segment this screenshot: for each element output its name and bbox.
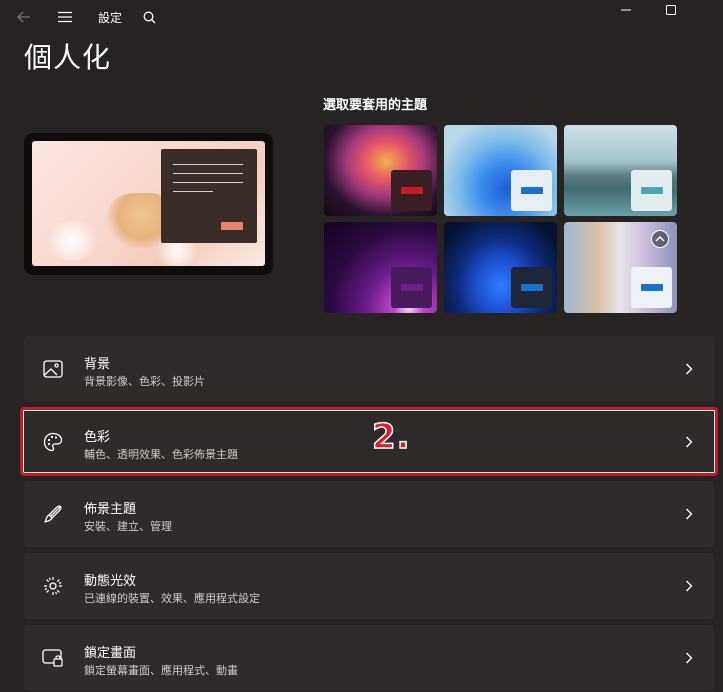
settings-card-dynamic-lighting[interactable]: 動態光效 已連線的裝置、效果、應用程式設定 [24, 553, 714, 619]
chevron-right-icon [682, 649, 696, 667]
theme-thumbnail-flow[interactable] [324, 222, 437, 313]
settings-card-colors[interactable]: 色彩 輔色、透明效果、色彩佈景主題 [24, 409, 714, 475]
title-bar: 設定 [0, 0, 723, 34]
preview-window [161, 149, 257, 243]
theme-accent-swatch [631, 267, 672, 308]
theme-accent-swatch [511, 267, 552, 308]
theme-accent-swatch [391, 170, 432, 211]
palette-icon [42, 431, 64, 453]
card-subtitle: 鎖定螢幕畫面、應用程式、動畫 [84, 664, 238, 677]
theme-thumbnail-contrast[interactable] [564, 222, 677, 313]
card-subtitle: 輔色、透明效果、色彩佈景主題 [84, 448, 238, 461]
preview-text-line [173, 191, 213, 192]
preview-accent-button [221, 222, 243, 230]
preview-wallpaper [32, 141, 265, 266]
search-icon[interactable] [139, 6, 159, 28]
preview-text-line [173, 164, 243, 165]
chevron-right-icon [682, 577, 696, 595]
lock-screen-icon [42, 647, 64, 669]
preview-flower-decoration [42, 221, 102, 261]
dynamic-lighting-icon [42, 575, 64, 597]
card-subtitle: 安裝、建立、管理 [84, 520, 172, 533]
accent-bar [520, 187, 543, 194]
card-title: 背景 [84, 357, 111, 372]
theme-accent-swatch [391, 267, 432, 308]
theme-preview [24, 133, 273, 275]
hamburger-menu-icon[interactable] [52, 6, 78, 28]
accent-bar [640, 284, 663, 291]
card-subtitle: 已連線的裝置、效果、應用程式設定 [84, 592, 260, 605]
chevron-right-icon [682, 360, 696, 378]
theme-thumbnail-windows-dark[interactable] [444, 222, 557, 313]
theme-accent-swatch [631, 170, 672, 211]
settings-card-themes[interactable]: 佈景主題 安裝、建立、管理 [24, 481, 714, 547]
preview-text-line [173, 182, 243, 183]
card-title: 色彩 [84, 430, 111, 445]
minimize-icon[interactable] [603, 0, 649, 20]
theme-thumbnail-windows-light[interactable] [444, 125, 557, 216]
back-arrow-icon[interactable] [10, 6, 38, 28]
card-title: 佈景主題 [84, 502, 137, 517]
themes-heading: 選取要套用的主題 [323, 98, 428, 113]
theme-thumbnail-glow[interactable] [324, 125, 437, 216]
image-icon [42, 358, 64, 380]
card-title: 動態光效 [84, 574, 137, 589]
step-annotation: 2. [371, 416, 411, 458]
contrast-theme-icon [651, 230, 669, 248]
brush-icon [42, 503, 64, 525]
theme-accent-swatch [511, 170, 552, 211]
preview-text-line [173, 173, 243, 174]
maximize-icon[interactable] [648, 0, 694, 20]
chevron-right-icon [682, 505, 696, 523]
accent-bar [400, 284, 423, 291]
app-title: 設定 [98, 11, 123, 25]
accent-bar [640, 187, 663, 194]
theme-thumbnail-captured-motion[interactable] [564, 125, 677, 216]
accent-bar [520, 284, 543, 291]
settings-card-lock-screen[interactable]: 鎖定畫面 鎖定螢幕畫面、應用程式、動畫 [24, 625, 714, 691]
card-title: 鎖定畫面 [84, 646, 137, 661]
settings-card-background[interactable]: 背景 背景影像、色彩、投影片 [24, 336, 714, 402]
accent-bar [400, 187, 423, 194]
page-title: 個人化 [24, 41, 112, 74]
chevron-right-icon [682, 433, 696, 451]
card-subtitle: 背景影像、色彩、投影片 [84, 375, 205, 388]
